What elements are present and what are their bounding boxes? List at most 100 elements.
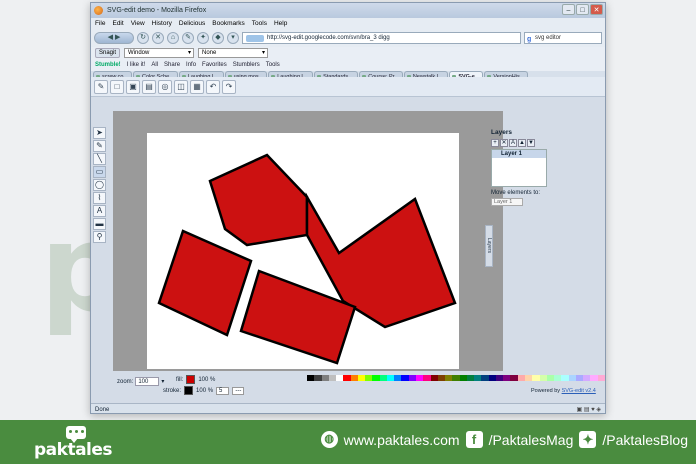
- palette-swatch[interactable]: [408, 375, 416, 381]
- red-shape-left[interactable]: [157, 229, 253, 337]
- palette-swatch[interactable]: [554, 375, 562, 381]
- snagit-button[interactable]: Snagit: [95, 48, 121, 58]
- palette-swatch[interactable]: [503, 375, 511, 381]
- palette-swatch[interactable]: [539, 375, 547, 381]
- source-icon[interactable]: ◎: [158, 79, 172, 94]
- fill-swatch[interactable]: [186, 375, 196, 384]
- palette-swatch[interactable]: [568, 375, 576, 381]
- palette-swatch[interactable]: [445, 375, 453, 381]
- drawing-canvas[interactable]: [147, 133, 459, 369]
- i-like-it-button[interactable]: I like it!: [127, 62, 146, 68]
- paktales-logo[interactable]: paktales: [34, 426, 113, 460]
- stroke-width-input[interactable]: 5: [216, 386, 230, 395]
- undo-icon[interactable]: ↶: [206, 79, 220, 94]
- menu-tools[interactable]: Tools: [252, 18, 267, 29]
- image-tool-icon[interactable]: ▬: [93, 218, 106, 230]
- pencil-tool-icon[interactable]: ✎: [93, 140, 106, 152]
- palette-swatch[interactable]: [488, 375, 496, 381]
- palette-swatch[interactable]: [336, 375, 344, 381]
- layer-row[interactable]: Layer 1: [492, 150, 546, 158]
- back-forward-button[interactable]: ◀ ▶: [94, 32, 134, 44]
- palette-swatch[interactable]: [495, 375, 504, 381]
- palette-swatch[interactable]: [575, 375, 584, 381]
- menu-file[interactable]: File: [95, 18, 105, 29]
- palette-swatch[interactable]: [517, 375, 525, 381]
- palette-swatch[interactable]: [307, 375, 315, 381]
- text-tool-icon[interactable]: A: [93, 205, 106, 217]
- favorites-button[interactable]: Favorites: [202, 62, 227, 68]
- palette-swatch[interactable]: [583, 375, 591, 381]
- palette-swatch[interactable]: [365, 375, 373, 381]
- fill-opacity[interactable]: 100 %: [198, 377, 215, 383]
- all-button[interactable]: All: [151, 62, 158, 68]
- twitter-link[interactable]: /PaktalesBlog: [602, 432, 688, 448]
- none-select[interactable]: None: [198, 48, 269, 58]
- website-link[interactable]: www.paktales.com: [344, 432, 460, 448]
- select-tool-icon[interactable]: ➤: [93, 127, 106, 139]
- palette-swatch[interactable]: [466, 375, 475, 381]
- layer-down-icon[interactable]: ▼: [527, 139, 535, 147]
- stop-icon[interactable]: ✕: [152, 32, 164, 44]
- palette-swatch[interactable]: [401, 375, 409, 381]
- reload-icon[interactable]: ↻: [137, 32, 149, 44]
- tools-button[interactable]: Tools: [266, 62, 280, 68]
- palette-swatch[interactable]: [546, 375, 555, 381]
- stroke-dash-select[interactable]: ---: [232, 386, 245, 395]
- move-layer-select[interactable]: Layer 1: [491, 198, 523, 206]
- new-document-icon[interactable]: □: [110, 79, 124, 94]
- layers-tab[interactable]: Layers: [485, 225, 493, 267]
- menu-delicious[interactable]: Delicious: [179, 18, 205, 29]
- new-layer-icon[interactable]: +: [491, 139, 499, 147]
- line-tool-icon[interactable]: ╲: [93, 153, 106, 165]
- rename-layer-icon[interactable]: A: [509, 139, 517, 147]
- palette-swatch[interactable]: [350, 375, 358, 381]
- stroke-swatch[interactable]: [184, 386, 194, 395]
- logo-icon[interactable]: ✎: [94, 79, 108, 94]
- zoom-tool-icon[interactable]: ⚲: [93, 231, 106, 243]
- facebook-link[interactable]: /PaktalesMag: [489, 432, 574, 448]
- save-icon[interactable]: ▤: [142, 79, 156, 94]
- menu-help[interactable]: Help: [274, 18, 287, 29]
- delete-layer-icon[interactable]: ✕: [500, 139, 508, 147]
- palette-swatch[interactable]: [372, 375, 380, 381]
- palette-swatch[interactable]: [459, 375, 467, 381]
- layer-up-icon[interactable]: ▲: [518, 139, 526, 147]
- rectangle-tool-icon[interactable]: ▭: [93, 166, 106, 178]
- palette-swatch[interactable]: [379, 375, 387, 381]
- palette-swatch[interactable]: [321, 375, 329, 381]
- palette-swatch[interactable]: [328, 375, 337, 381]
- palette-swatch[interactable]: [386, 375, 395, 381]
- redo-icon[interactable]: ↷: [222, 79, 236, 94]
- palette-swatch[interactable]: [590, 375, 598, 381]
- path-tool-icon[interactable]: ⌇: [93, 192, 106, 204]
- menu-bookmarks[interactable]: Bookmarks: [212, 18, 245, 29]
- palette-swatch[interactable]: [561, 375, 569, 381]
- palette-swatch[interactable]: [394, 375, 402, 381]
- info-button[interactable]: Info: [186, 62, 196, 68]
- palette-swatch[interactable]: [423, 375, 431, 381]
- stumble-button[interactable]: Stumble!: [95, 62, 121, 68]
- stroke-opacity[interactable]: 100 %: [196, 388, 213, 394]
- home-icon[interactable]: ⌂: [167, 32, 179, 44]
- stumblers-button[interactable]: Stumblers: [233, 62, 260, 68]
- window-select[interactable]: Window: [124, 48, 195, 58]
- bookmark-arrow-icon[interactable]: ▾: [227, 32, 239, 44]
- document-properties-icon[interactable]: ▦: [190, 79, 204, 94]
- palette-swatch[interactable]: [474, 375, 482, 381]
- palette-swatch[interactable]: [357, 375, 366, 381]
- maximize-button[interactable]: □: [576, 4, 589, 15]
- palette-swatch[interactable]: [532, 375, 540, 381]
- search-input[interactable]: g svg editor: [524, 32, 602, 44]
- close-button[interactable]: ✕: [590, 4, 603, 15]
- share-button[interactable]: Share: [164, 62, 180, 68]
- palette-swatch[interactable]: [597, 375, 605, 381]
- palette-swatch[interactable]: [314, 375, 322, 381]
- palette-swatch[interactable]: [437, 375, 446, 381]
- svg-edit-link[interactable]: SVG-edit v2.4: [562, 388, 596, 394]
- red-shape-upper[interactable]: [208, 153, 309, 247]
- palette-swatch[interactable]: [510, 375, 518, 381]
- tag-icon[interactable]: ✦: [197, 32, 209, 44]
- delicious-icon[interactable]: ◆: [212, 32, 224, 44]
- palette-swatch[interactable]: [481, 375, 489, 381]
- site-identity-icon[interactable]: [246, 35, 264, 42]
